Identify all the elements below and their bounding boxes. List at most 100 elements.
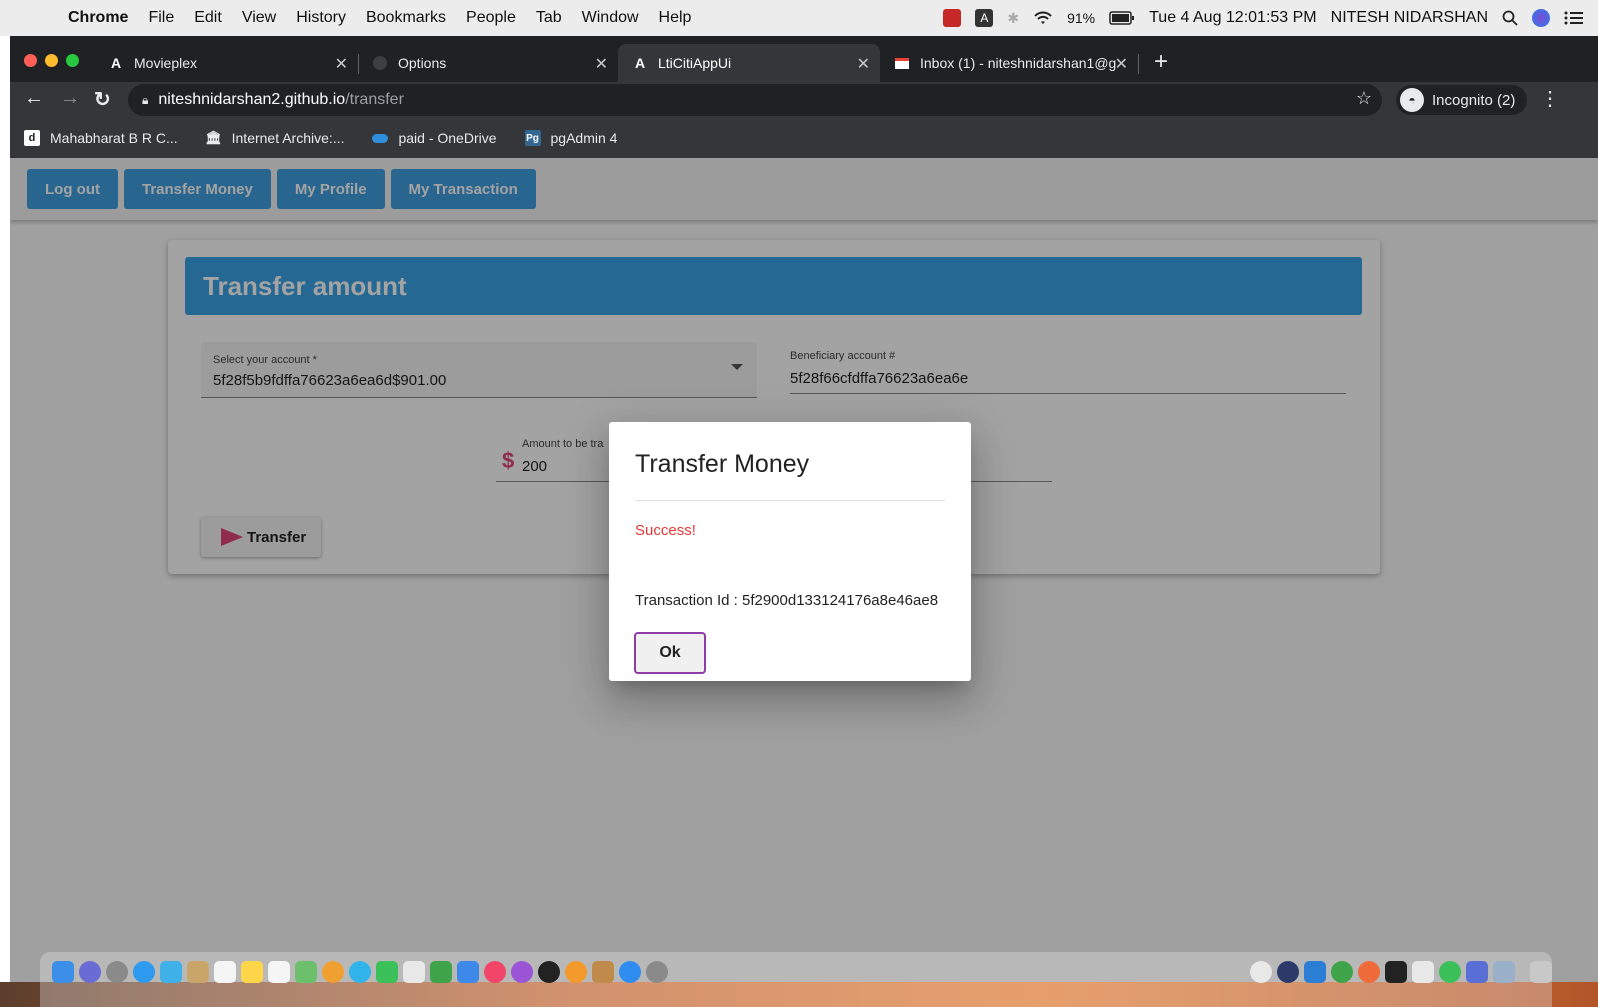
- tab-strip: A Movieplex ✕ Options ✕ A LtiCitiAppUi ✕…: [10, 36, 1598, 82]
- system-preferences-icon[interactable]: [646, 961, 668, 983]
- dialog-status: Success!: [635, 522, 696, 539]
- tab-title: LtiCitiAppUi: [658, 55, 732, 71]
- tab-close-icon[interactable]: ✕: [595, 54, 608, 74]
- address-path: /transfer: [345, 91, 404, 108]
- eclipse-icon[interactable]: [1277, 961, 1299, 983]
- reload-icon[interactable]: ↻: [94, 87, 111, 112]
- finder-icon[interactable]: [52, 961, 74, 983]
- keynote-icon[interactable]: [457, 961, 479, 983]
- trash-icon[interactable]: [1530, 961, 1552, 983]
- postman-icon[interactable]: [1358, 961, 1380, 983]
- github-icon: [372, 55, 388, 71]
- pgadmin-icon: Pg: [524, 130, 541, 146]
- archive-icon: 🏛︎: [205, 130, 222, 145]
- minimize-window-icon[interactable]: [45, 54, 58, 67]
- menu-view[interactable]: View: [242, 9, 276, 27]
- photos-icon[interactable]: [322, 961, 344, 983]
- d-icon: d: [24, 130, 40, 146]
- tab-gmail-inbox[interactable]: Inbox (1) - niteshnidarshan1@g ✕: [880, 44, 1139, 82]
- bookmark-label: pgAdmin 4: [550, 130, 618, 146]
- tab-movieplex[interactable]: A Movieplex ✕: [94, 44, 359, 82]
- browser-toolbar: ← → ↻ 🔒︎ niteshnidarshan2.github.io /tra…: [10, 82, 1598, 118]
- macos-menu-bar: Chrome File Edit View History Bookmarks …: [0, 0, 1598, 36]
- notification-center-icon[interactable]: [1564, 10, 1584, 26]
- siri-dock-icon[interactable]: [79, 961, 101, 983]
- maps-icon[interactable]: [295, 961, 317, 983]
- bookmark-pgadmin[interactable]: Pg pgAdmin 4: [524, 130, 618, 146]
- menu-file[interactable]: File: [148, 9, 174, 27]
- zoom-window-icon[interactable]: [66, 54, 79, 67]
- battery-icon[interactable]: [1109, 11, 1135, 25]
- gmail-icon: [894, 55, 910, 71]
- mcafee-icon[interactable]: [943, 9, 962, 27]
- xcode-icon[interactable]: [592, 961, 614, 983]
- new-tab-icon[interactable]: +: [1154, 48, 1168, 76]
- apple-tv-icon[interactable]: [538, 961, 560, 983]
- contacts-icon[interactable]: [187, 961, 209, 983]
- ok-button[interactable]: Ok: [634, 632, 706, 674]
- close-window-icon[interactable]: [24, 54, 37, 67]
- pages-icon[interactable]: [403, 961, 425, 983]
- tab-close-icon[interactable]: ✕: [335, 54, 348, 74]
- input-source-icon[interactable]: A: [975, 9, 994, 27]
- bookmark-internet-archive[interactable]: 🏛︎ Internet Archive:...: [205, 130, 345, 146]
- menu-history[interactable]: History: [296, 9, 346, 27]
- stacked-windows-icon[interactable]: [1493, 961, 1515, 983]
- bookmark-star-icon[interactable]: ☆: [1356, 88, 1372, 109]
- menu-window[interactable]: Window: [582, 9, 639, 27]
- teams-icon[interactable]: [1466, 961, 1488, 983]
- bluetooth-icon[interactable]: ✱: [1007, 10, 1019, 27]
- chrome-menu-icon[interactable]: ⋮: [1540, 86, 1560, 111]
- wifi-icon[interactable]: [1033, 10, 1053, 26]
- incognito-button[interactable]: ◓ Incognito (2): [1396, 85, 1528, 115]
- tab-lticitiappui[interactable]: A LtiCitiAppUi ✕: [618, 44, 880, 82]
- tab-title: Movieplex: [134, 55, 198, 71]
- dialog-title: Transfer Money: [635, 450, 810, 478]
- vscode-icon[interactable]: [1304, 961, 1326, 983]
- podcasts-icon[interactable]: [511, 961, 533, 983]
- books-icon[interactable]: [565, 961, 587, 983]
- tab-options[interactable]: Options ✕: [358, 44, 618, 82]
- bookmark-label: Internet Archive:...: [231, 130, 345, 146]
- safari-icon[interactable]: [133, 961, 155, 983]
- address-bar[interactable]: 🔒︎ niteshnidarshan2.github.io /transfer …: [128, 84, 1382, 116]
- mongodb-icon[interactable]: [1331, 961, 1353, 983]
- menu-help[interactable]: Help: [659, 9, 692, 27]
- chrome-dock-icon[interactable]: [1250, 961, 1272, 983]
- tab-close-icon[interactable]: ✕: [1115, 54, 1128, 74]
- calendar-icon[interactable]: [214, 961, 236, 983]
- menu-bookmarks[interactable]: Bookmarks: [366, 9, 446, 27]
- facetime-icon[interactable]: [376, 961, 398, 983]
- menu-tab[interactable]: Tab: [536, 9, 562, 27]
- launchpad-icon[interactable]: [106, 961, 128, 983]
- angular-icon: A: [634, 55, 646, 71]
- siri-icon[interactable]: [1532, 9, 1550, 27]
- dock-apps-right: [1250, 961, 1552, 983]
- reminders-icon[interactable]: [268, 961, 290, 983]
- app-store-icon[interactable]: [619, 961, 641, 983]
- music-icon[interactable]: [484, 961, 506, 983]
- bookmark-mahabharat[interactable]: d Mahabharat B R C...: [24, 130, 178, 146]
- bookmark-label: Mahabharat B R C...: [50, 130, 178, 146]
- menu-app-name[interactable]: Chrome: [68, 9, 128, 27]
- tab-close-icon[interactable]: ✕: [857, 54, 870, 74]
- onedrive-icon: [372, 130, 389, 146]
- spotlight-search-icon[interactable]: [1502, 10, 1518, 26]
- back-icon[interactable]: ←: [24, 87, 44, 110]
- notes-icon[interactable]: [241, 961, 263, 983]
- whatsapp-icon[interactable]: [1439, 961, 1461, 983]
- messages-icon[interactable]: [349, 961, 371, 983]
- forward-icon[interactable]: →: [60, 87, 80, 110]
- textedit-icon[interactable]: [1412, 961, 1434, 983]
- bookmark-onedrive[interactable]: paid - OneDrive: [372, 130, 497, 146]
- menu-edit[interactable]: Edit: [194, 9, 222, 27]
- numbers-icon[interactable]: [430, 961, 452, 983]
- lock-icon[interactable]: 🔒︎: [142, 93, 148, 108]
- tab-title: Inbox (1) - niteshnidarshan1@g: [920, 55, 1116, 71]
- user-name[interactable]: NITESH NIDARSHAN: [1331, 9, 1488, 27]
- terminal-icon[interactable]: [1385, 961, 1407, 983]
- menu-people[interactable]: People: [466, 9, 516, 27]
- mail-icon[interactable]: [160, 961, 182, 983]
- clock[interactable]: Tue 4 Aug 12:01:53 PM: [1149, 9, 1317, 27]
- bookmarks-bar: d Mahabharat B R C... 🏛︎ Internet Archiv…: [10, 118, 1598, 158]
